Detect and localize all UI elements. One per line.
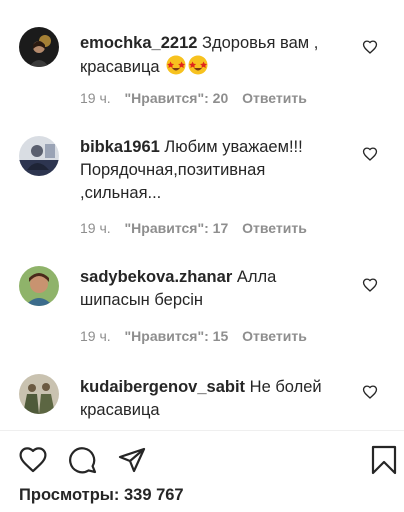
avatar-image bbox=[19, 27, 59, 67]
post-actions-bar bbox=[0, 432, 404, 482]
comment-username[interactable]: bibka1961 bbox=[80, 138, 160, 156]
comment-time[interactable]: 19 ч. bbox=[80, 90, 111, 106]
comment-icon[interactable] bbox=[68, 445, 98, 475]
comment-meta: 19 ч. "Нравится": 15 Ответить bbox=[80, 328, 317, 344]
star-struck-emoji-icon bbox=[166, 55, 186, 75]
like-comment-heart-icon[interactable] bbox=[362, 277, 378, 293]
reply-button[interactable]: Ответить bbox=[242, 328, 307, 344]
bookmark-icon[interactable] bbox=[369, 445, 399, 475]
views-count: Просмотры: 339 767 bbox=[19, 486, 184, 504]
star-struck-emoji-icon bbox=[188, 55, 208, 75]
comment-time[interactable]: 19 ч. bbox=[80, 220, 111, 236]
comment-text-block: bibka1961 Любим уважаем!!! Порядочная,по… bbox=[80, 136, 342, 205]
avatar[interactable] bbox=[19, 374, 59, 414]
like-comment-heart-icon[interactable] bbox=[362, 384, 378, 400]
like-comment-heart-icon[interactable] bbox=[362, 146, 378, 162]
avatar-image bbox=[19, 374, 59, 414]
comment-username[interactable]: kudaibergenov_sabit bbox=[80, 378, 245, 396]
divider bbox=[0, 430, 404, 431]
comment-text-block: emochka_2212 Здоровья вам , красавица bbox=[80, 32, 350, 79]
reply-button[interactable]: Ответить bbox=[242, 220, 307, 236]
comment-time[interactable]: 19 ч. bbox=[80, 328, 111, 344]
reply-button[interactable]: Ответить bbox=[242, 90, 307, 106]
comment-username[interactable]: emochka_2212 bbox=[80, 34, 197, 52]
heart-icon[interactable] bbox=[18, 445, 48, 475]
comment-username[interactable]: sadybekova.zhanar bbox=[80, 268, 232, 286]
comment-meta: 19 ч. "Нравится": 17 Ответить bbox=[80, 220, 317, 236]
avatar[interactable] bbox=[19, 27, 59, 67]
comment-likes[interactable]: "Нравится": 17 bbox=[125, 220, 229, 236]
comment-likes[interactable]: "Нравится": 15 bbox=[125, 328, 229, 344]
avatar[interactable] bbox=[19, 266, 59, 306]
comment-text-block: sadybekova.zhanar Алла шипасын берсін bbox=[80, 266, 300, 312]
share-icon[interactable] bbox=[117, 445, 147, 475]
avatar-image bbox=[19, 136, 59, 176]
avatar[interactable] bbox=[19, 136, 59, 176]
avatar-image bbox=[19, 266, 59, 306]
comment-meta: 19 ч. "Нравится": 20 Ответить bbox=[80, 90, 317, 106]
comment-likes[interactable]: "Нравится": 20 bbox=[125, 90, 229, 106]
comments-list: emochka_2212 Здоровья вам , красавица 19… bbox=[0, 0, 404, 430]
like-comment-heart-icon[interactable] bbox=[362, 39, 378, 55]
comment-text-block: kudaibergenov_sabit Не болей красавица bbox=[80, 376, 342, 422]
